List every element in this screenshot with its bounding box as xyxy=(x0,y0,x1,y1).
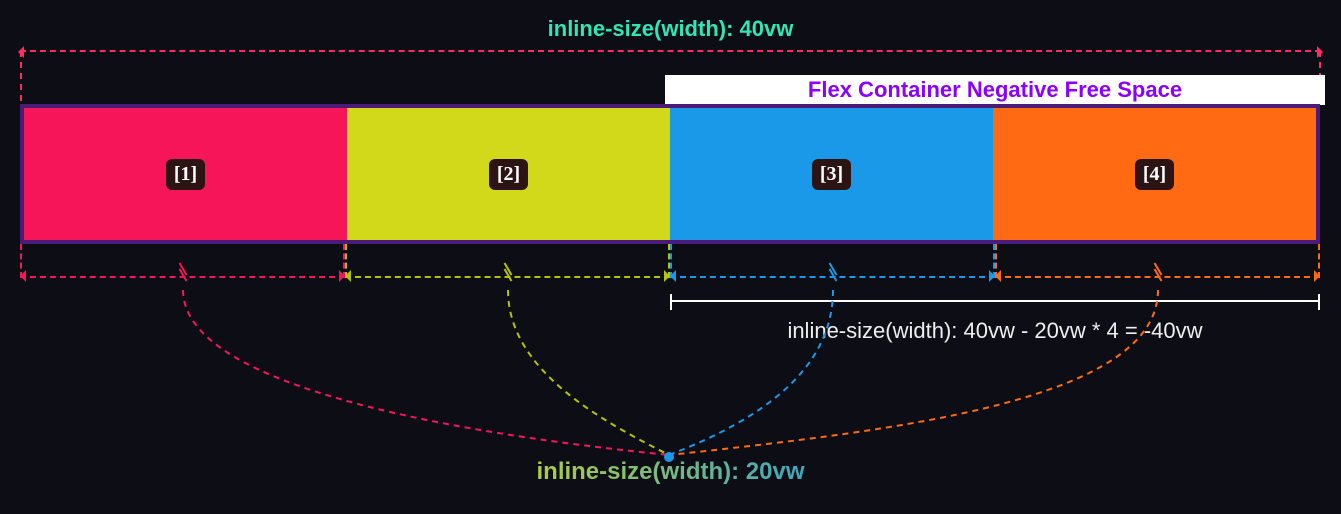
item-width-dim-1 xyxy=(20,262,345,292)
flex-item-4: [4] xyxy=(993,108,1316,240)
container-width-dimension xyxy=(20,50,1321,70)
negative-space-formula: inline-size(width): 40vw - 20vw * 4 = -4… xyxy=(670,318,1320,344)
arrow-left-icon xyxy=(995,270,1001,282)
arrow-left-icon xyxy=(670,270,676,282)
flex-item-3: [3] xyxy=(670,108,993,240)
item-width-label: inline-size(width): 20vw xyxy=(0,458,1341,486)
container-width-label: inline-size(width): 40vw xyxy=(0,16,1341,42)
arrow-left-icon xyxy=(20,270,26,282)
flex-item-badge: [3] xyxy=(812,159,851,190)
flex-item-badge: [4] xyxy=(1135,159,1174,190)
flex-item-badge: [2] xyxy=(489,159,528,190)
flex-container: [1] [2] [3] [4] xyxy=(20,104,1320,244)
flex-item-1: [1] xyxy=(24,108,347,240)
item-width-dimensions xyxy=(20,262,1320,292)
arrow-left-icon xyxy=(345,270,351,282)
arrow-left-icon xyxy=(18,46,24,58)
item-width-dim-4 xyxy=(995,262,1320,292)
flex-item-2: [2] xyxy=(347,108,670,240)
arrow-right-icon xyxy=(1317,46,1323,58)
negative-free-space-caption: Flex Container Negative Free Space xyxy=(665,75,1325,105)
item-width-dim-3 xyxy=(670,262,995,292)
flex-item-badge: [1] xyxy=(166,159,205,190)
item-width-dim-2 xyxy=(345,262,670,292)
arrow-right-icon xyxy=(1314,270,1320,282)
negative-space-bracket xyxy=(670,300,1320,314)
